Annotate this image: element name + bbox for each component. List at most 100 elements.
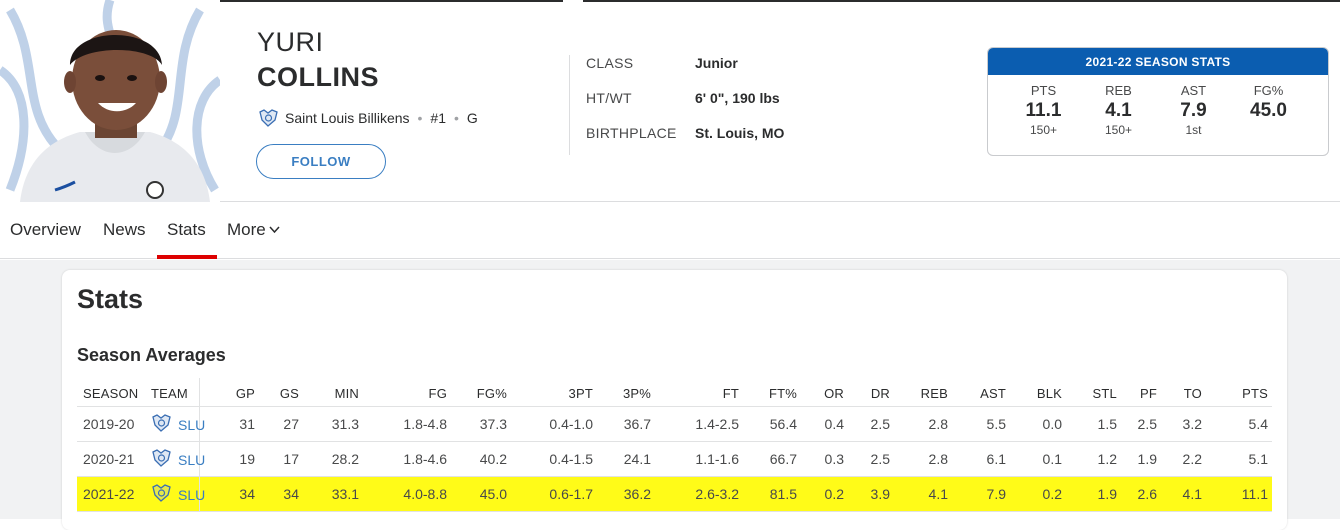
column-header: PTS	[1242, 386, 1268, 401]
column-header: STL	[1092, 386, 1117, 401]
player-first-name: YURI	[257, 27, 324, 57]
stat-cell-3p-pct: 24.1	[623, 451, 651, 467]
stat-cell-min: 31.3	[331, 416, 359, 432]
billikens-logo-icon	[259, 109, 278, 127]
stat-cell-pf: 2.6	[1137, 486, 1157, 502]
column-header: BLK	[1036, 386, 1062, 401]
tab-news[interactable]: News	[103, 220, 146, 240]
stat-cell-fg-pct: 37.3	[479, 416, 507, 432]
stat-cell-stl: 1.2	[1097, 451, 1117, 467]
column-header: MIN	[334, 386, 359, 401]
season-averages-table: SEASON TEAM GP GS MIN FG FG% 3PT 3P% FT …	[77, 378, 1272, 512]
player-team-line: Saint Louis Billikens • #1 • G	[258, 108, 478, 128]
chevron-down-icon	[269, 226, 280, 234]
section-title: Season Averages	[77, 345, 226, 365]
column-header: GP	[235, 386, 255, 401]
team-cell[interactable]: SLU	[151, 448, 205, 471]
team-link[interactable]: SLU	[178, 487, 205, 503]
stat-cell-fg: 1.8-4.6	[403, 451, 447, 467]
stat-cell-gs: 27	[283, 416, 299, 432]
stat-cell-ast: 6.1	[986, 451, 1006, 467]
stat-cell-or: 0.4	[824, 416, 844, 432]
stat-cell-to: 3.2	[1182, 416, 1202, 432]
stat-cell-or: 0.2	[824, 486, 844, 502]
stat-cell-fg-pct: 45.0	[479, 486, 507, 502]
tab-overview[interactable]: Overview	[10, 220, 81, 240]
player-nav: Overview News Stats More	[0, 203, 1340, 259]
player-position: G	[466, 110, 478, 126]
team-cell[interactable]: SLU	[151, 413, 205, 436]
stat-label: AST	[1180, 83, 1207, 98]
column-header: REB	[920, 386, 948, 401]
stat-cell-pts: 5.4	[1248, 416, 1268, 432]
player-headshot	[0, 0, 220, 202]
bio-value: 6' 0", 190 lbs	[695, 90, 780, 106]
column-header: OR	[824, 386, 844, 401]
stat-cell-reb: 2.8	[928, 451, 948, 467]
team-cell[interactable]: SLU	[151, 483, 205, 506]
stat-cell-ft-pct: 56.4	[769, 416, 797, 432]
stat-cell-pts: 11.1	[1241, 486, 1268, 502]
stat-cell-ast: 5.5	[986, 416, 1006, 432]
team-link[interactable]: SLU	[178, 452, 205, 468]
stat-cell-blk: 0.0	[1042, 416, 1062, 432]
stat-label: FG%	[1253, 83, 1284, 98]
season-card-title: 2021-22 SEASON STATS	[988, 48, 1328, 75]
table-header-row: SEASON TEAM GP GS MIN FG FG% 3PT 3P% FT …	[77, 378, 1272, 407]
stat-cell-ft: 1.4-2.5	[695, 416, 739, 432]
team-name-link[interactable]: Saint Louis Billikens	[285, 110, 410, 126]
billikens-logo-icon	[151, 448, 172, 471]
top-divider	[583, 0, 1340, 2]
column-divider	[199, 378, 200, 406]
tab-stats[interactable]: Stats	[167, 220, 206, 240]
separator-dot: •	[454, 110, 459, 126]
column-header: FT%	[768, 386, 797, 401]
season-stat-ast: AST 7.9 1st	[1156, 83, 1231, 137]
stat-cell-or: 0.3	[824, 451, 844, 467]
column-header: TO	[1183, 386, 1202, 401]
column-header: FG%	[476, 386, 507, 401]
bio-label: HT/WT	[586, 90, 632, 106]
tab-more[interactable]: More	[227, 220, 280, 240]
stat-cell-fg-pct: 40.2	[479, 451, 507, 467]
bio-value: St. Louis, MO	[695, 125, 785, 141]
separator-dot: •	[417, 110, 423, 126]
stat-value: 45.0	[1250, 100, 1287, 121]
column-header: PF	[1139, 386, 1157, 401]
stat-rank: 1st	[1185, 123, 1202, 137]
stat-cell-stl: 1.9	[1097, 486, 1117, 502]
stat-cell-gp: 34	[239, 486, 255, 502]
stat-cell-ft-pct: 66.7	[769, 451, 797, 467]
bio-row-birthplace: BIRTHPLACE St. Louis, MO	[586, 125, 784, 160]
stat-cell-3pt: 0.6-1.7	[549, 486, 593, 502]
stat-cell-pf: 2.5	[1137, 416, 1157, 432]
stat-cell-ft: 1.1-1.6	[695, 451, 739, 467]
player-number: #1	[430, 110, 446, 126]
bio-row-class: CLASS Junior	[586, 55, 784, 90]
table-row: 2021-22 SLU 34 34 33.1 4.0-8.8 45.0 0.6-1.7 36.2…	[77, 477, 1272, 512]
column-header: SEASON	[83, 386, 139, 401]
stat-cell-stl: 1.5	[1097, 416, 1117, 432]
stat-cell-gs: 17	[283, 451, 299, 467]
player-last-name: COLLINS	[257, 62, 379, 92]
stat-cell-reb: 2.8	[928, 416, 948, 432]
column-header: FG	[428, 386, 447, 401]
season-cell: 2019-20	[83, 416, 135, 432]
table-row: 2019-20 SLU 31 27 31.3 1.8-4.8 37.3 0.4-1.0 36.7…	[77, 407, 1272, 442]
stat-cell-blk: 0.1	[1042, 451, 1062, 467]
stat-value: 7.9	[1180, 100, 1207, 121]
season-cell: 2021-22	[83, 486, 135, 502]
season-stat-fgpct: FG% 45.0	[1231, 83, 1306, 137]
stats-card: Stats Season Averages SEASON TEAM GP GS …	[62, 270, 1287, 530]
stat-value: 4.1	[1105, 100, 1132, 121]
follow-button[interactable]: FOLLOW	[256, 144, 386, 179]
column-header: 3P%	[622, 386, 651, 401]
stat-cell-blk: 0.2	[1042, 486, 1062, 502]
season-stats-row: PTS 11.1 150+ REB 4.1 150+ AST 7.9 1st F…	[988, 75, 1328, 137]
bio-value: Junior	[695, 55, 738, 71]
team-link[interactable]: SLU	[178, 417, 205, 433]
stat-rank: 150+	[1029, 123, 1058, 137]
billikens-logo-icon	[151, 483, 172, 506]
stat-cell-to: 4.1	[1182, 486, 1202, 502]
stat-cell-pts: 5.1	[1248, 451, 1268, 467]
